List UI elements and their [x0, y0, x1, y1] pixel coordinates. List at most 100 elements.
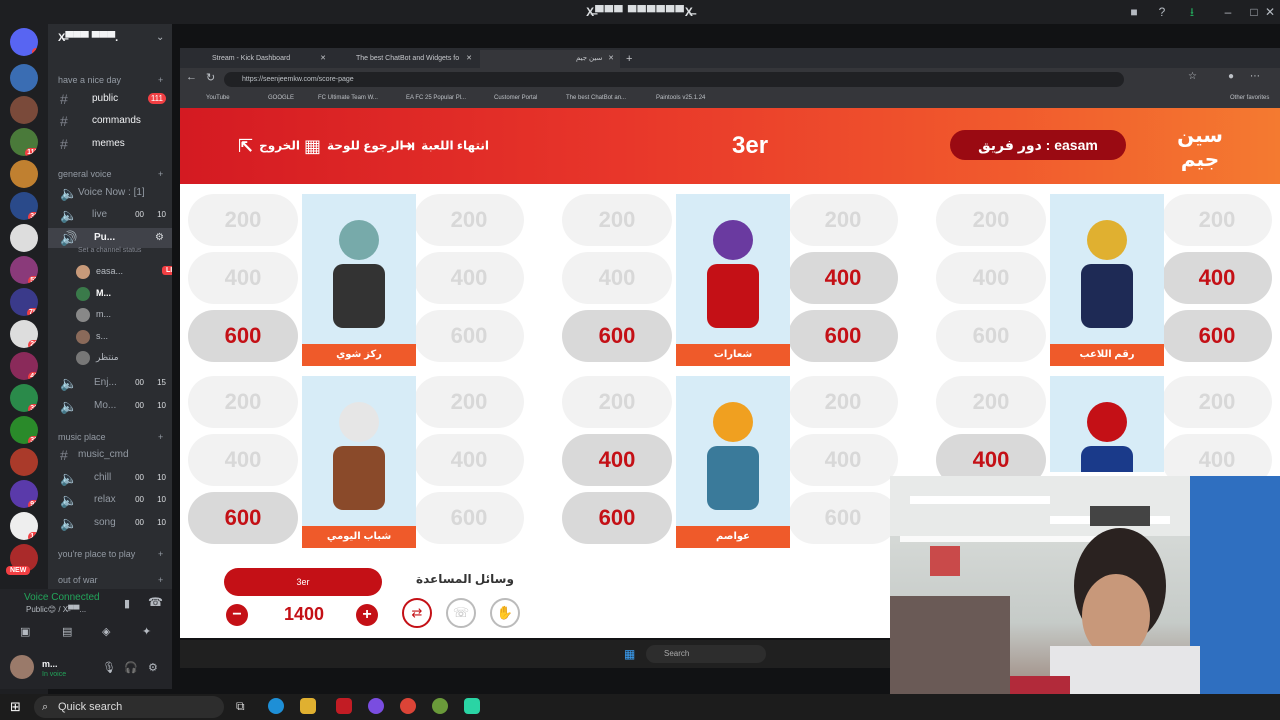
server-icon[interactable]: 30: [10, 384, 38, 412]
server-icon[interactable]: 36: [10, 192, 38, 220]
server-icon[interactable]: [10, 96, 38, 124]
close-tab-icon[interactable]: ✕: [608, 50, 614, 68]
bookmark-customer-portal[interactable]: Customer Portal: [494, 95, 537, 101]
question-value-button[interactable]: 200: [788, 376, 898, 428]
add-channel-icon[interactable]: +: [158, 549, 163, 559]
question-value-button[interactable]: 400: [188, 434, 298, 486]
question-value-button[interactable]: 400: [1162, 252, 1272, 304]
quick-search-box[interactable]: ⌕ Quick search: [34, 696, 224, 718]
profile-icon[interactable]: ●: [1228, 71, 1234, 82]
voice-channel-mo[interactable]: 🔈 Mo... 00 10: [48, 396, 172, 416]
chrome-icon[interactable]: [400, 698, 416, 714]
bookmark-youtube[interactable]: YouTube: [206, 95, 230, 101]
bookmark-ea-fc[interactable]: EA FC 25 Popular Pl...: [406, 95, 466, 101]
windows-start-icon[interactable]: ⊞: [10, 699, 21, 715]
new-tab-icon[interactable]: +: [622, 50, 640, 68]
back-to-board-button[interactable]: ▦ الرجوع للوحة: [304, 136, 404, 157]
minimize-icon[interactable]: –: [1220, 4, 1236, 20]
screen-share-icon[interactable]: ▤: [62, 625, 72, 638]
download-icon[interactable]: ⭳: [1184, 4, 1200, 20]
voice-channel-song[interactable]: 🔈 song 00 10: [48, 513, 172, 533]
question-value-button[interactable]: 400: [414, 252, 524, 304]
question-value-button[interactable]: 600: [788, 492, 898, 544]
app-icon[interactable]: [336, 698, 352, 714]
star-icon[interactable]: ☆: [1188, 71, 1197, 82]
tab-seen-jeem[interactable]: سين جيم ✕: [480, 50, 620, 68]
signal-icon[interactable]: ▮: [124, 597, 130, 610]
voice-channel-live[interactable]: 🔈 live 00 10: [48, 205, 172, 225]
windows-start-icon[interactable]: ▦: [624, 647, 635, 661]
soundboard-icon[interactable]: ✦: [142, 625, 151, 638]
bookmark-google[interactable]: GOOGLE: [268, 95, 294, 101]
microphone-icon[interactable]: 🎙: [102, 661, 116, 674]
voice-channel-path[interactable]: Public😊 / X̶▀▀...: [26, 605, 86, 614]
category-youre-place[interactable]: you're place to play +: [58, 549, 163, 559]
voice-channel-public[interactable]: 🔊 Pu... ⚙: [48, 228, 172, 248]
exit-button[interactable]: ⇱ الخروج: [238, 136, 300, 157]
question-value-button[interactable]: 200: [788, 194, 898, 246]
server-icon[interactable]: [10, 224, 38, 252]
add-channel-icon[interactable]: +: [158, 75, 163, 85]
question-value-button[interactable]: 600: [936, 310, 1046, 362]
activity-icon[interactable]: ◈: [102, 625, 110, 638]
category-music-place[interactable]: music place +: [58, 432, 163, 442]
channel-music-cmd[interactable]: # music_cmd: [48, 445, 172, 465]
bookmark-paintools[interactable]: Paintools v25.1.24: [656, 95, 705, 101]
close-icon[interactable]: ✕: [1262, 4, 1278, 20]
question-value-button[interactable]: 600: [414, 310, 524, 362]
voice-channel-chill[interactable]: 🔈 chill 00 10: [48, 468, 172, 488]
server-icon[interactable]: 7K: [10, 288, 38, 316]
chevron-down-icon[interactable]: ⌄: [156, 32, 164, 43]
disconnect-icon[interactable]: ☎: [148, 595, 163, 609]
question-value-button[interactable]: 600: [188, 492, 298, 544]
server-icon[interactable]: 41: [10, 352, 38, 380]
bookmark-fc-ut[interactable]: FC Ultimate Team W...: [318, 95, 378, 101]
app-icon[interactable]: [432, 698, 448, 714]
question-value-button[interactable]: 600: [562, 492, 672, 544]
question-value-button[interactable]: 200: [562, 376, 672, 428]
question-value-button[interactable]: 600: [414, 492, 524, 544]
server-icon[interactable]: [10, 448, 38, 476]
question-value-button[interactable]: 400: [936, 252, 1046, 304]
server-icon[interactable]: 14: [10, 512, 38, 540]
headphones-icon[interactable]: 🎧: [124, 661, 138, 674]
question-value-button[interactable]: 200: [936, 194, 1046, 246]
tab-kick-dashboard[interactable]: Stream - Kick Dashboard ✕: [188, 50, 332, 68]
url-input[interactable]: https://seenjeemkw.com/score-page: [224, 72, 1124, 87]
reload-icon[interactable]: ↻: [206, 71, 215, 84]
task-view-icon[interactable]: ⧉: [236, 699, 245, 714]
server-name[interactable]: X̶▀▀▀ ▀▀▀.: [58, 32, 118, 44]
tab-chatbot[interactable]: The best ChatBot and Widgets fo ✕: [332, 50, 478, 68]
menu-icon[interactable]: ⋯: [1250, 71, 1260, 82]
increase-score-button[interactable]: +: [356, 604, 378, 626]
question-value-button[interactable]: 200: [188, 376, 298, 428]
discord-home-icon[interactable]: 4: [10, 28, 38, 56]
question-value-button[interactable]: 400: [562, 434, 672, 486]
question-value-button[interactable]: 200: [562, 194, 672, 246]
question-value-button[interactable]: 400: [788, 252, 898, 304]
close-tab-icon[interactable]: ✕: [466, 50, 472, 68]
category-general-voice[interactable]: general voice +: [58, 169, 163, 179]
call-friend-icon[interactable]: ☏: [446, 598, 476, 628]
server-icon[interactable]: 111: [10, 128, 38, 156]
app-icon[interactable]: [368, 698, 384, 714]
category-out-of-war[interactable]: out of war +: [58, 575, 163, 585]
voice-channel-relax[interactable]: 🔈 relax 00 10: [48, 490, 172, 510]
question-value-button[interactable]: 200: [936, 376, 1046, 428]
channel-commands[interactable]: # commands: [48, 111, 172, 131]
server-icon[interactable]: 55: [10, 256, 38, 284]
server-icon[interactable]: 29: [10, 320, 38, 348]
voice-channel-voice-now[interactable]: 🔈 Voice Now : [1]: [48, 183, 172, 203]
swap-turn-icon[interactable]: ⇄: [402, 598, 432, 628]
voice-channel-enjoy[interactable]: 🔈 Enj... 00 15: [48, 373, 172, 393]
app-icon[interactable]: [300, 698, 316, 714]
question-value-button[interactable]: 400: [188, 252, 298, 304]
channel-status[interactable]: Set a channel status: [78, 247, 141, 254]
decrease-score-button[interactable]: −: [226, 604, 248, 626]
question-value-button[interactable]: 200: [188, 194, 298, 246]
add-channel-icon[interactable]: +: [158, 575, 163, 585]
question-value-button[interactable]: 400: [414, 434, 524, 486]
question-value-button[interactable]: 600: [1162, 310, 1272, 362]
end-game-button[interactable]: ⇥ انتهاء اللعبة: [400, 136, 489, 157]
add-channel-icon[interactable]: +: [158, 432, 163, 442]
